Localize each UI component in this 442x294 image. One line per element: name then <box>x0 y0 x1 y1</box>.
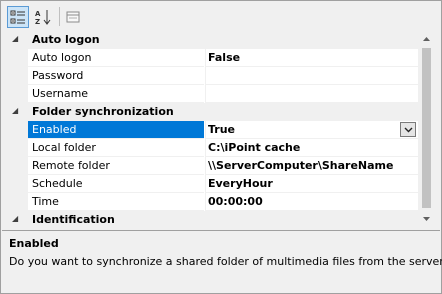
collapse-icon[interactable]: ◢ <box>12 34 22 44</box>
description-text: Do you want to synchronize a shared fold… <box>9 255 442 268</box>
category-label: Identification <box>32 213 115 226</box>
property-value[interactable]: 00:00:00 <box>205 193 418 211</box>
description-title: Enabled <box>9 237 59 250</box>
property-row-auto-logon[interactable]: Auto logon False <box>8 49 418 67</box>
property-list: ◢ Auto logon Auto logon False Password U… <box>8 30 418 227</box>
property-row-local-folder[interactable]: Local folder C:\iPoint cache <box>8 139 418 157</box>
row-gutter <box>8 67 28 85</box>
scroll-up-icon <box>423 36 430 41</box>
svg-text:A: A <box>35 10 41 18</box>
category-auto-logon[interactable]: ◢ Auto logon <box>8 31 418 49</box>
property-row-username[interactable]: Username <box>8 85 418 103</box>
property-name[interactable]: Time <box>28 193 204 211</box>
row-gutter <box>8 175 28 193</box>
row-gutter <box>8 157 28 175</box>
property-pages-button[interactable] <box>62 6 84 28</box>
dropdown-button[interactable] <box>400 122 416 137</box>
alphabetical-button[interactable]: A Z <box>32 6 54 28</box>
category-label: Auto logon <box>32 33 100 46</box>
property-row-remote-folder[interactable]: Remote folder \\ServerComputer\ShareName <box>8 157 418 175</box>
property-row-schedule[interactable]: Schedule EveryHour <box>8 175 418 193</box>
collapse-icon[interactable]: ◢ <box>12 106 22 116</box>
property-name[interactable]: Password <box>28 67 204 85</box>
scroll-thumb[interactable] <box>422 48 431 208</box>
alphabetical-sort-icon: A Z <box>35 10 51 25</box>
property-name[interactable]: Username <box>28 85 204 103</box>
scroll-down-button[interactable] <box>418 210 435 227</box>
category-folder-synchronization[interactable]: ◢ Folder synchronization <box>8 103 418 121</box>
property-name[interactable]: Schedule <box>28 175 204 193</box>
property-value[interactable]: True <box>205 121 418 139</box>
description-pane: Enabled Do you want to synchronize a sha… <box>2 230 442 293</box>
property-row-time[interactable]: Time 00:00:00 <box>8 193 418 211</box>
chevron-down-icon <box>404 127 412 132</box>
category-identification[interactable]: ◢ Identification <box>8 211 418 227</box>
toolbar-separator <box>59 7 60 26</box>
scroll-down-icon <box>423 216 430 221</box>
property-name[interactable]: Enabled <box>28 121 204 139</box>
property-name[interactable]: Local folder <box>28 139 204 157</box>
property-value-text: True <box>208 123 236 136</box>
collapse-icon[interactable]: ◢ <box>12 214 22 224</box>
property-name[interactable]: Auto logon <box>28 49 204 67</box>
property-value[interactable]: \\ServerComputer\ShareName <box>205 157 418 175</box>
property-grid: A Z ◢ Auto logon Auto logon False Passwo… <box>0 0 442 294</box>
vertical-scrollbar[interactable] <box>418 30 435 227</box>
property-value[interactable]: False <box>205 49 418 67</box>
property-row-password[interactable]: Password <box>8 67 418 85</box>
property-value[interactable] <box>205 67 418 85</box>
property-value[interactable]: EveryHour <box>205 175 418 193</box>
row-gutter <box>8 139 28 157</box>
svg-text:Z: Z <box>35 18 40 25</box>
property-row-enabled[interactable]: Enabled True <box>8 121 418 139</box>
property-value[interactable] <box>205 85 418 103</box>
scroll-up-button[interactable] <box>418 30 435 47</box>
row-gutter <box>8 49 28 67</box>
property-pages-icon <box>66 11 80 23</box>
row-gutter <box>8 193 28 211</box>
row-gutter <box>8 85 28 103</box>
categorized-icon <box>10 10 25 24</box>
categorized-button[interactable] <box>7 6 29 28</box>
category-label: Folder synchronization <box>32 105 174 118</box>
property-name[interactable]: Remote folder <box>28 157 204 175</box>
toolbar: A Z <box>2 2 440 30</box>
property-value[interactable]: C:\iPoint cache <box>205 139 418 157</box>
row-gutter <box>8 121 28 139</box>
